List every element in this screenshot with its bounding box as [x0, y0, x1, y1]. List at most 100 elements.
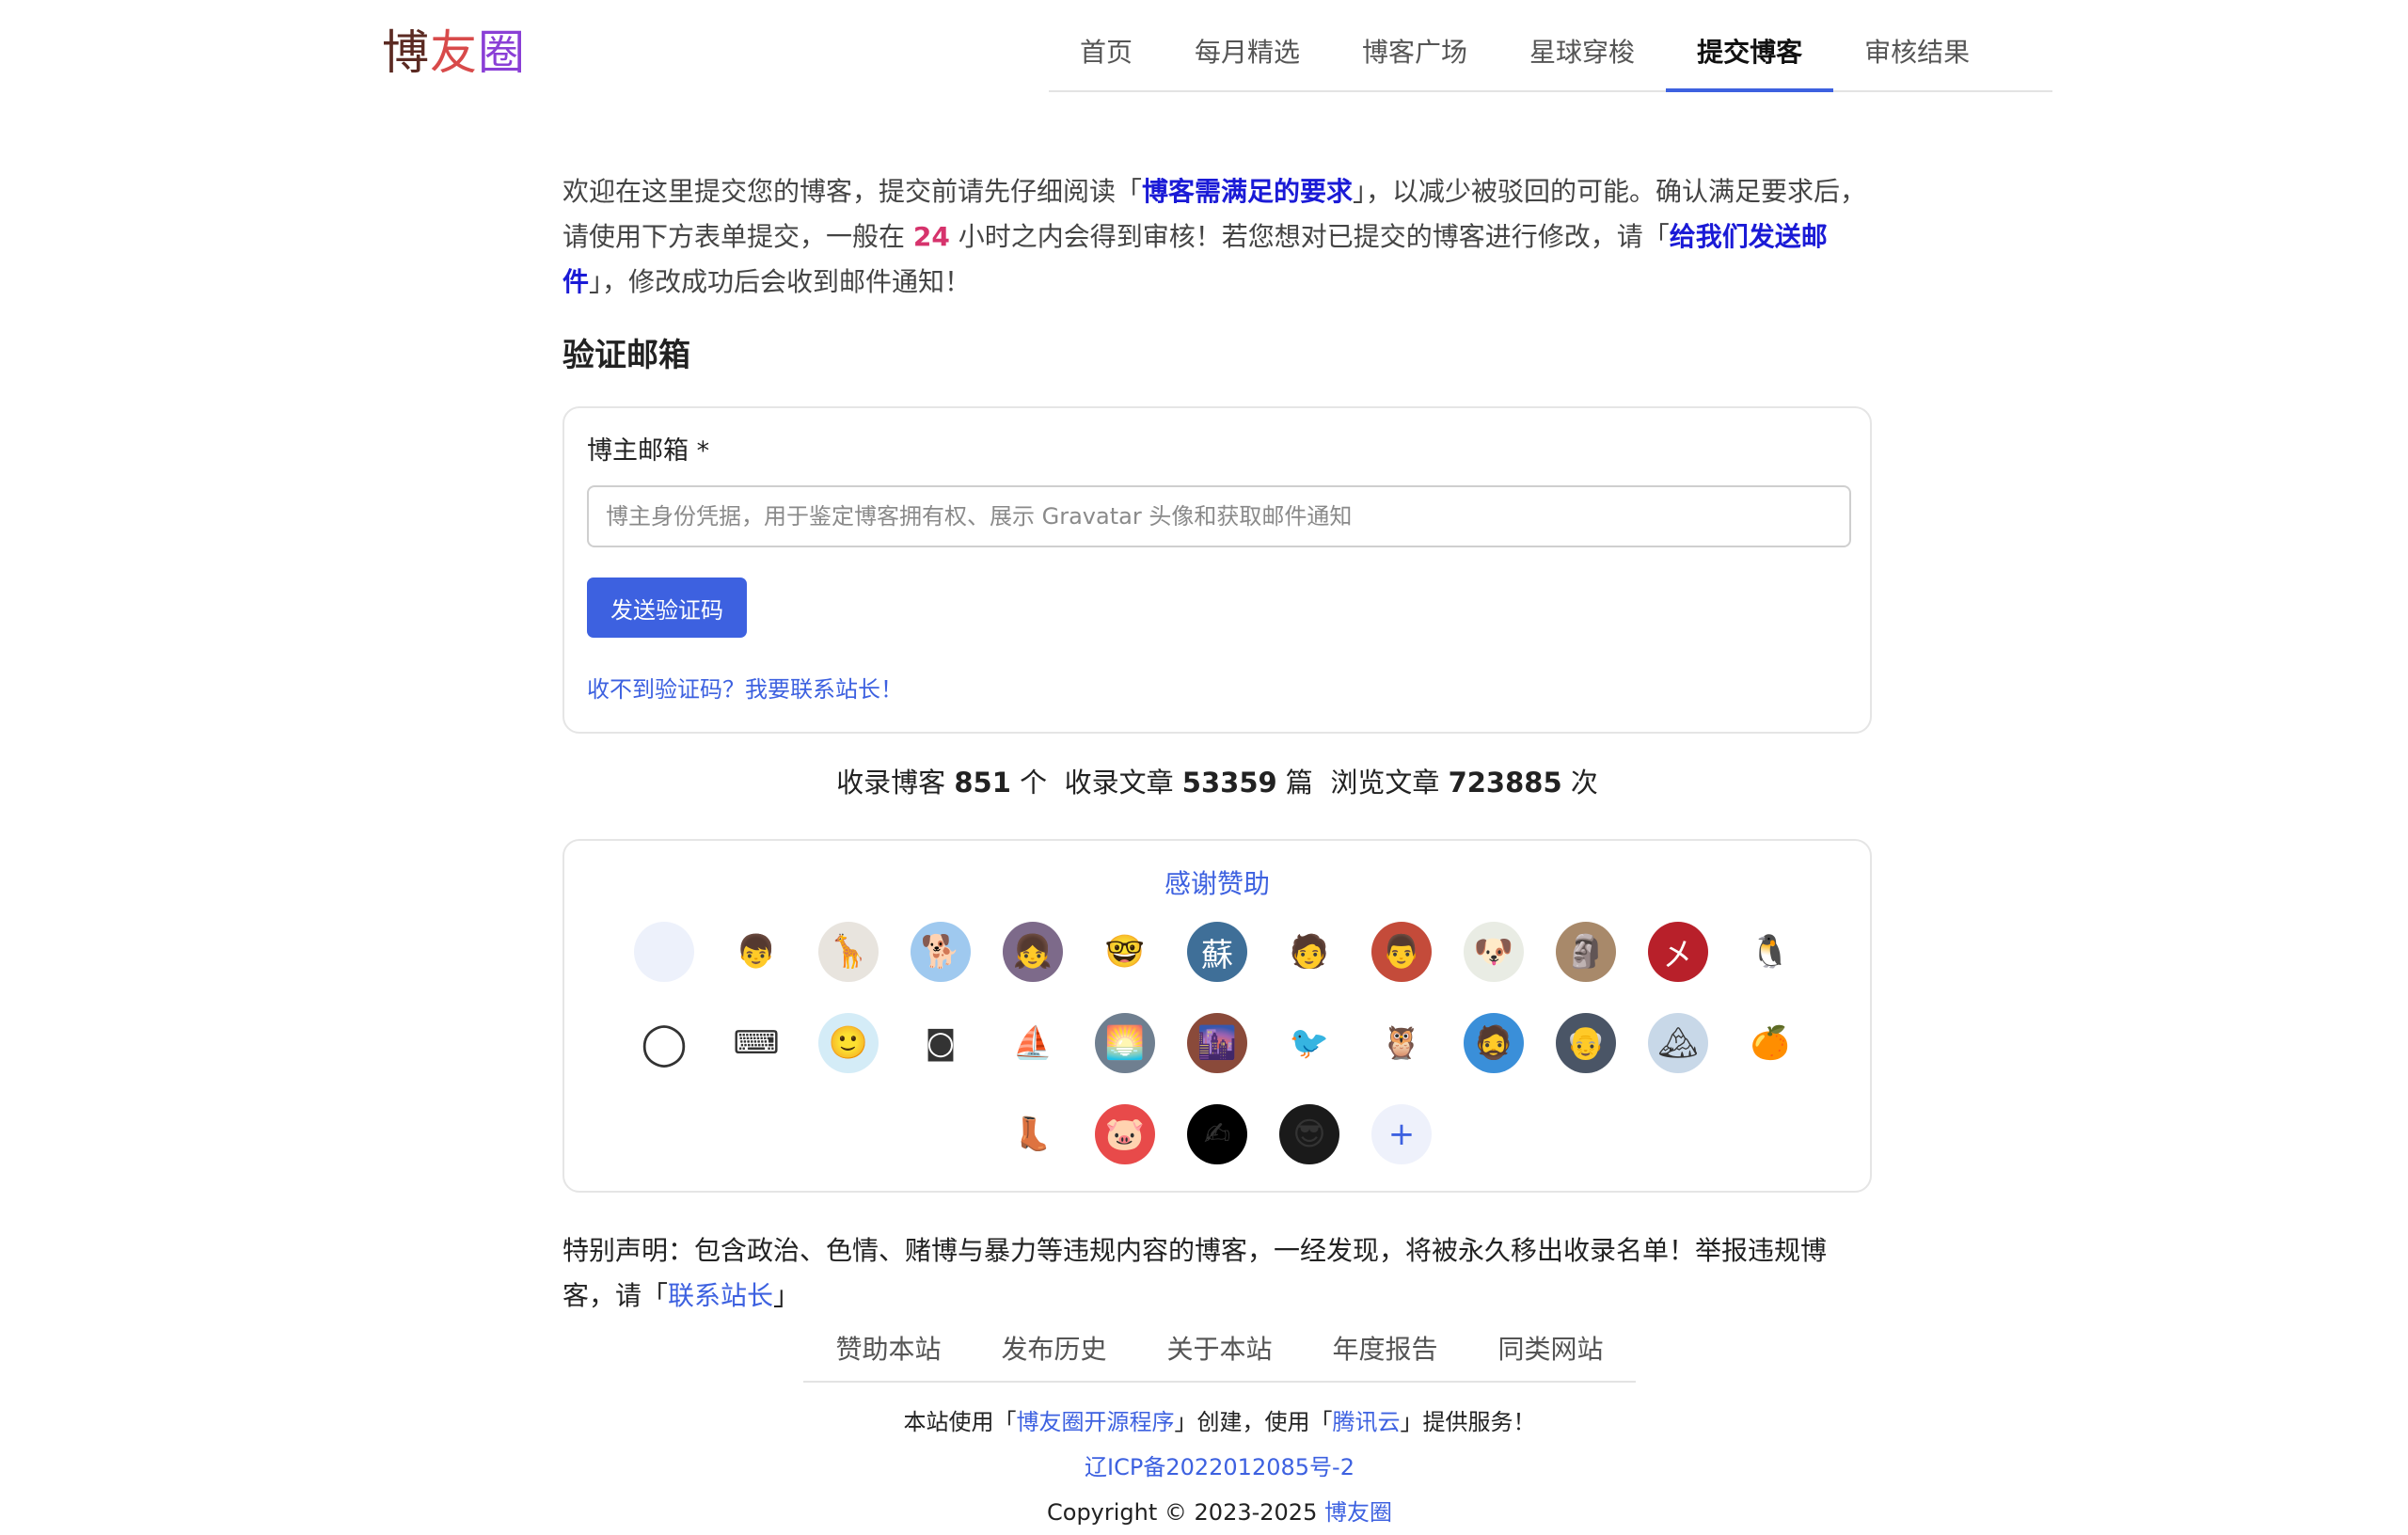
footer-similar-sites-link[interactable]: 同类网站: [1468, 1321, 1634, 1381]
intro-text-3: 小时之内会得到审核！若您想对已提交的博客进行修改，请「: [949, 221, 1670, 252]
typewriter-avatar: ⌨: [733, 1024, 780, 1062]
views-unit: 次: [1561, 767, 1598, 799]
send-code-button[interactable]: 发送验证码: [587, 578, 747, 638]
sponsor-avatar[interactable]: 🌆: [1187, 1013, 1247, 1073]
sponsor-avatar[interactable]: ◙: [911, 1013, 971, 1073]
verify-email-heading: 验证邮箱: [562, 337, 690, 374]
sunglasses-avatar: 😎: [1292, 1116, 1326, 1153]
requirements-link[interactable]: 博客需满足的要求: [1142, 176, 1353, 207]
sponsor-avatar[interactable]: 🌅: [1095, 1013, 1155, 1073]
couple-photo-avatar: 🌆: [1196, 1024, 1238, 1062]
sponsor-avatar[interactable]: 㐅: [1648, 922, 1708, 982]
sponsor-avatar[interactable]: ⛵: [1003, 1013, 1063, 1073]
boot-avatar: 👢: [1012, 1116, 1054, 1153]
site-header: 博友圈 首页 每月精选 博客广场 星球穿梭 提交博客 审核结果: [0, 0, 2408, 94]
email-field[interactable]: [587, 485, 1851, 547]
footer-powered-by: 本站使用「博友圈开源程序」创建，使用「腾讯云」提供服务！: [803, 1400, 1636, 1445]
open-source-link[interactable]: 博友圈开源程序: [1017, 1409, 1175, 1435]
copyright-site-link[interactable]: 博友圈: [1324, 1499, 1392, 1526]
main-content: 欢迎在这里提交您的博客，提交前请先仔细阅读「博客需满足的要求」，以减少被驳回的可…: [562, 169, 1872, 1319]
main-nav: 首页 每月精选 博客广场 星球穿梭 提交博客 审核结果: [1049, 19, 2052, 92]
icp-link[interactable]: 辽ICP备2022012085号-2: [1085, 1454, 1354, 1480]
giraffe-avatar: 🦒: [828, 933, 869, 971]
penguin-avatar: 🐧: [1750, 933, 1791, 971]
sponsors-title: 感谢赞助: [1164, 868, 1270, 899]
sponsor-avatar[interactable]: 🦉: [1371, 1013, 1432, 1073]
nav-blog-plaza[interactable]: 博客广场: [1331, 19, 1498, 92]
add-sponsor-button[interactable]: +: [1371, 1104, 1432, 1164]
nav-review-results[interactable]: 审核结果: [1833, 19, 2001, 92]
tencent-cloud-link[interactable]: 腾讯云: [1333, 1409, 1401, 1435]
sponsor-avatar[interactable]: ⌨: [726, 1013, 786, 1073]
sponsor-avatar[interactable]: 👴: [1556, 1013, 1616, 1073]
articles-prefix: 收录文章: [1064, 767, 1182, 799]
footer-icp: 辽ICP备2022012085号-2: [803, 1445, 1636, 1490]
sponsor-avatar[interactable]: 👢: [1003, 1104, 1063, 1164]
nav-home[interactable]: 首页: [1049, 19, 1164, 92]
sponsor-avatar[interactable]: 🐕: [911, 922, 971, 982]
site-stats: 收录博客 851 个 收录文章 53359 篇 浏览文章 723885 次: [562, 762, 1872, 803]
contact-admin-link[interactable]: 收不到验证码？我要联系站长！: [587, 673, 1847, 705]
review-hours: 24: [912, 221, 950, 252]
snow-mountain-avatar: 🏔: [1657, 1024, 1699, 1062]
verify-email-card: 博主邮箱 * 发送验证码 收不到验证码？我要联系站长！: [562, 406, 1872, 734]
black-ring-avatar: ◯: [641, 1019, 688, 1068]
sponsor-avatar[interactable]: 蘇: [1187, 922, 1247, 982]
articles-count: 53359: [1181, 767, 1277, 799]
sponsor-avatar[interactable]: 🗿: [1556, 922, 1616, 982]
site-logo[interactable]: 博友圈: [382, 24, 526, 81]
blue-man-avatar: 🧔: [1473, 1024, 1514, 1062]
nav-planet-shuttle[interactable]: 星球穿梭: [1498, 19, 1666, 92]
sponsor-avatar[interactable]: ◯: [634, 1013, 694, 1073]
intro-paragraph: 欢迎在这里提交您的博客，提交前请先仔细阅读「博客需满足的要求」，以减少被驳回的可…: [562, 169, 1872, 305]
powered-text-1: 本站使用「: [903, 1409, 1017, 1435]
footer-about-link[interactable]: 关于本站: [1136, 1321, 1302, 1381]
blogs-unit: 个: [1010, 767, 1048, 799]
sponsor-avatar[interactable]: 🐷: [1095, 1104, 1155, 1164]
footer-sponsor-link[interactable]: 赞助本站: [805, 1321, 971, 1381]
sponsor-avatar[interactable]: 🐦: [1279, 1013, 1339, 1073]
owl-cat-avatar: 🦉: [1381, 1024, 1422, 1062]
sponsors-card: 感谢赞助 👦 🦒 🐕 👧 🤓 蘇 🧑 👨 🐶 🗿 㐅 🐧 ◯ ⌨ 🙂 ◙ ⛵ 🌅 🌆 🐦 🦉 🧔 👴 🏔 🍊 👢 🐷 ✍ 😎 +: [562, 839, 1872, 1193]
smiling-boy-avatar: 🙂: [828, 1024, 869, 1062]
sponsor-avatar[interactable]: 👦: [726, 922, 786, 982]
sponsor-avatar[interactable]: 🙂: [818, 1013, 879, 1073]
sponsor-avatar[interactable]: [634, 922, 694, 982]
special-notice: 特别声明：包含政治、色情、赌博与暴力等违规内容的博客，一经发现，将被永久移出收录…: [562, 1228, 1872, 1319]
white-hair-avatar: 👴: [1565, 1024, 1607, 1062]
footer-release-history-link[interactable]: 发布历史: [971, 1321, 1136, 1381]
red-logo-avatar: 㐅: [1662, 936, 1694, 974]
sponsor-avatar[interactable]: 🐧: [1740, 922, 1800, 982]
sponsor-avatar[interactable]: 😎: [1279, 1104, 1339, 1164]
sponsor-avatar[interactable]: 🐶: [1464, 922, 1524, 982]
sponsor-avatar[interactable]: 🏔: [1648, 1013, 1708, 1073]
powered-text-3: 」提供服务！: [1400, 1409, 1536, 1435]
blogs-count: 851: [954, 767, 1011, 799]
copyright-text: Copyright © 2023-2025: [1047, 1499, 1324, 1526]
sponsor-avatar[interactable]: 🍊: [1740, 1013, 1800, 1073]
white-dog-avatar: 🐶: [1473, 933, 1514, 971]
sponsor-avatar[interactable]: 🧑: [1279, 922, 1339, 982]
sponsor-avatar[interactable]: 👨: [1371, 922, 1432, 982]
sponsor-avatar[interactable]: 🧔: [1464, 1013, 1524, 1073]
nav-monthly-picks[interactable]: 每月精选: [1164, 19, 1331, 92]
sponsor-avatar[interactable]: 🤓: [1095, 922, 1155, 982]
pink-pig-avatar: 🐷: [1104, 1116, 1146, 1153]
views-count: 723885: [1448, 767, 1562, 799]
report-contact-link[interactable]: 联系站长: [668, 1280, 773, 1311]
sponsor-avatar[interactable]: 🦒: [818, 922, 879, 982]
orange-avatar: 🍊: [1750, 1024, 1791, 1062]
footer-copyright: Copyright © 2023-2025 博友圈: [803, 1490, 1636, 1535]
intro-text-4: 」，修改成功后会收到邮件通知！: [589, 266, 972, 297]
sunset-avatar: 🌅: [1104, 1024, 1146, 1062]
sponsor-avatar[interactable]: ✍: [1187, 1104, 1247, 1164]
sponsor-avatar[interactable]: 👧: [1003, 922, 1063, 982]
nav-submit-blog[interactable]: 提交博客: [1666, 19, 1834, 92]
logo-char-2: 友: [430, 25, 478, 80]
corgi-avatar: 🐕: [920, 933, 961, 971]
blogs-prefix: 收录博客: [836, 767, 955, 799]
footer-annual-report-link[interactable]: 年度报告: [1303, 1321, 1468, 1381]
man-portrait-avatar: 👨: [1381, 933, 1422, 971]
bird-logo-avatar: 🐦: [1289, 1024, 1330, 1062]
notice-tail: 」: [773, 1280, 800, 1311]
